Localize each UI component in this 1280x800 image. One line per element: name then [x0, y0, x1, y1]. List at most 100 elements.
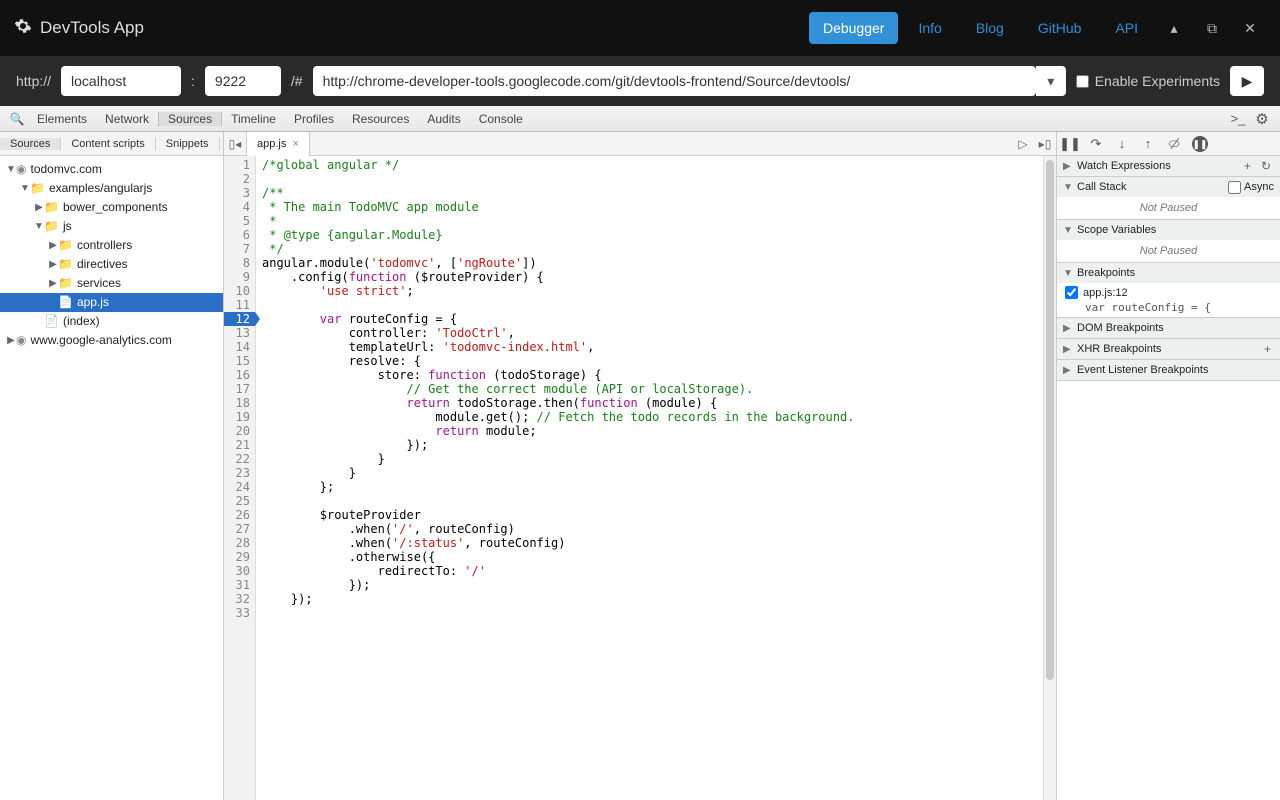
line-number[interactable]: 18	[224, 396, 250, 410]
code-line[interactable]: * The main TodoMVC app module	[262, 200, 854, 214]
line-number[interactable]: 31	[224, 578, 250, 592]
line-number[interactable]: 33	[224, 606, 250, 620]
line-number[interactable]: 4	[224, 200, 250, 214]
code-line[interactable]: redirectTo: '/'	[262, 564, 854, 578]
add-xhr-icon[interactable]: +	[1261, 342, 1274, 356]
tree-domain-ga[interactable]: ▶◉www.google-analytics.com	[0, 331, 223, 350]
code-line[interactable]: var routeConfig = {	[262, 312, 854, 326]
line-number[interactable]: 17	[224, 382, 250, 396]
devtools-tab-console[interactable]: Console	[470, 112, 532, 126]
code-line[interactable]: $routeProvider	[262, 508, 854, 522]
code-line[interactable]: });	[262, 578, 854, 592]
line-number[interactable]: 5	[224, 214, 250, 228]
section-event-header[interactable]: ▶Event Listener Breakpoints	[1057, 360, 1280, 380]
toggle-navigator-icon[interactable]: ▯◂	[224, 137, 246, 151]
nav-github[interactable]: GitHub	[1024, 12, 1096, 44]
popout-icon[interactable]: ⧉	[1196, 20, 1228, 37]
code-line[interactable]: .otherwise({	[262, 550, 854, 564]
section-callstack-header[interactable]: ▼Call StackAsync	[1057, 177, 1280, 197]
scrollbar-thumb[interactable]	[1046, 160, 1054, 680]
line-number[interactable]: 27	[224, 522, 250, 536]
line-number[interactable]: 13	[224, 326, 250, 340]
code-line[interactable]: 'use strict';	[262, 284, 854, 298]
line-number[interactable]: 6	[224, 228, 250, 242]
async-checkbox[interactable]	[1228, 181, 1241, 194]
line-gutter[interactable]: 1234567891011121314151617181920212223242…	[224, 156, 256, 800]
line-number[interactable]: 12	[224, 312, 255, 326]
code-line[interactable]	[262, 494, 854, 508]
code-line[interactable]: return module;	[262, 424, 854, 438]
code-line[interactable]: });	[262, 438, 854, 452]
code-line[interactable]: resolve: {	[262, 354, 854, 368]
tree-folder-bower[interactable]: ▶📁bower_components	[0, 198, 223, 217]
code-line[interactable]: .config(function ($routeProvider) {	[262, 270, 854, 284]
deactivate-breakpoints-button[interactable]: ⬭̸	[1161, 136, 1187, 152]
devtools-tab-audits[interactable]: Audits	[418, 112, 469, 126]
tree-folder-controllers[interactable]: ▶📁controllers	[0, 236, 223, 255]
pause-button[interactable]: ❚❚	[1057, 136, 1083, 152]
devtools-tab-network[interactable]: Network	[96, 112, 158, 126]
async-toggle[interactable]: Async	[1228, 181, 1274, 194]
section-watch-header[interactable]: ▶Watch Expressions+↻	[1057, 156, 1280, 176]
go-button[interactable]: ▶	[1230, 66, 1264, 96]
line-number[interactable]: 22	[224, 452, 250, 466]
line-number[interactable]: 21	[224, 438, 250, 452]
host-input[interactable]	[61, 66, 181, 96]
line-number[interactable]: 11	[224, 298, 250, 312]
devtools-tab-sources[interactable]: Sources	[158, 112, 222, 126]
step-out-button[interactable]: ↑	[1135, 136, 1161, 151]
code-line[interactable]: return todoStorage.then(function (module…	[262, 396, 854, 410]
devtools-tab-resources[interactable]: Resources	[343, 112, 418, 126]
code-line[interactable]: .when('/:status', routeConfig)	[262, 536, 854, 550]
line-number[interactable]: 28	[224, 536, 250, 550]
nav-blog[interactable]: Blog	[962, 12, 1018, 44]
port-input[interactable]	[205, 66, 281, 96]
line-number[interactable]: 19	[224, 410, 250, 424]
code-line[interactable]: }	[262, 466, 854, 480]
pause-exceptions-button[interactable]: ❚❚	[1187, 135, 1213, 153]
show-drawer-icon[interactable]: >_	[1226, 111, 1250, 126]
devtools-tab-elements[interactable]: Elements	[28, 112, 96, 126]
code-line[interactable]: */	[262, 242, 854, 256]
frontend-url-input[interactable]	[313, 66, 1036, 96]
nav-api[interactable]: API	[1101, 12, 1152, 44]
line-number[interactable]: 10	[224, 284, 250, 298]
section-scope-header[interactable]: ▼Scope Variables	[1057, 220, 1280, 240]
breakpoint-checkbox[interactable]	[1065, 286, 1078, 299]
code-line[interactable]: .when('/', routeConfig)	[262, 522, 854, 536]
source-text[interactable]: /*global angular */ /** * The main TodoM…	[256, 156, 854, 800]
line-number[interactable]: 7	[224, 242, 250, 256]
navigator-subtab-sources[interactable]: Sources	[0, 138, 61, 150]
line-number[interactable]: 23	[224, 466, 250, 480]
settings-icon[interactable]: ⚙	[1250, 110, 1274, 128]
tree-file-appjs[interactable]: 📄app.js	[0, 293, 223, 312]
code-line[interactable]	[262, 172, 854, 186]
tree-folder-js[interactable]: ▼📁js	[0, 217, 223, 236]
enable-experiments[interactable]: Enable Experiments	[1076, 73, 1220, 89]
step-into-button[interactable]: ↓	[1109, 136, 1135, 151]
line-number[interactable]: 15	[224, 354, 250, 368]
code-line[interactable]: };	[262, 480, 854, 494]
toggle-debugger-icon[interactable]: ▸▯	[1034, 137, 1056, 151]
code-line[interactable]: }	[262, 452, 854, 466]
scrollbar-vertical[interactable]	[1043, 156, 1056, 800]
code-line[interactable]: templateUrl: 'todomvc-index.html',	[262, 340, 854, 354]
line-number[interactable]: 26	[224, 508, 250, 522]
code-line[interactable]	[262, 298, 854, 312]
tree-folder-examples[interactable]: ▼📁examples/angularjs	[0, 179, 223, 198]
tree-file-index[interactable]: 📄(index)	[0, 312, 223, 331]
line-number[interactable]: 2	[224, 172, 250, 186]
code-line[interactable]: });	[262, 592, 854, 606]
close-tab-icon[interactable]: ×	[292, 132, 298, 156]
section-xhr-header[interactable]: ▶XHR Breakpoints+	[1057, 339, 1280, 359]
file-tab-appjs[interactable]: app.js ×	[246, 132, 310, 156]
tree-domain[interactable]: ▼◉todomvc.com	[0, 160, 223, 179]
enable-experiments-checkbox[interactable]	[1076, 75, 1089, 88]
line-number[interactable]: 8	[224, 256, 250, 270]
devtools-tab-timeline[interactable]: Timeline	[222, 112, 285, 126]
code-line[interactable]: /**	[262, 186, 854, 200]
step-over-button[interactable]: ↷	[1083, 136, 1109, 152]
line-number[interactable]: 16	[224, 368, 250, 382]
line-number[interactable]: 29	[224, 550, 250, 564]
close-icon[interactable]: ✕	[1234, 20, 1266, 37]
